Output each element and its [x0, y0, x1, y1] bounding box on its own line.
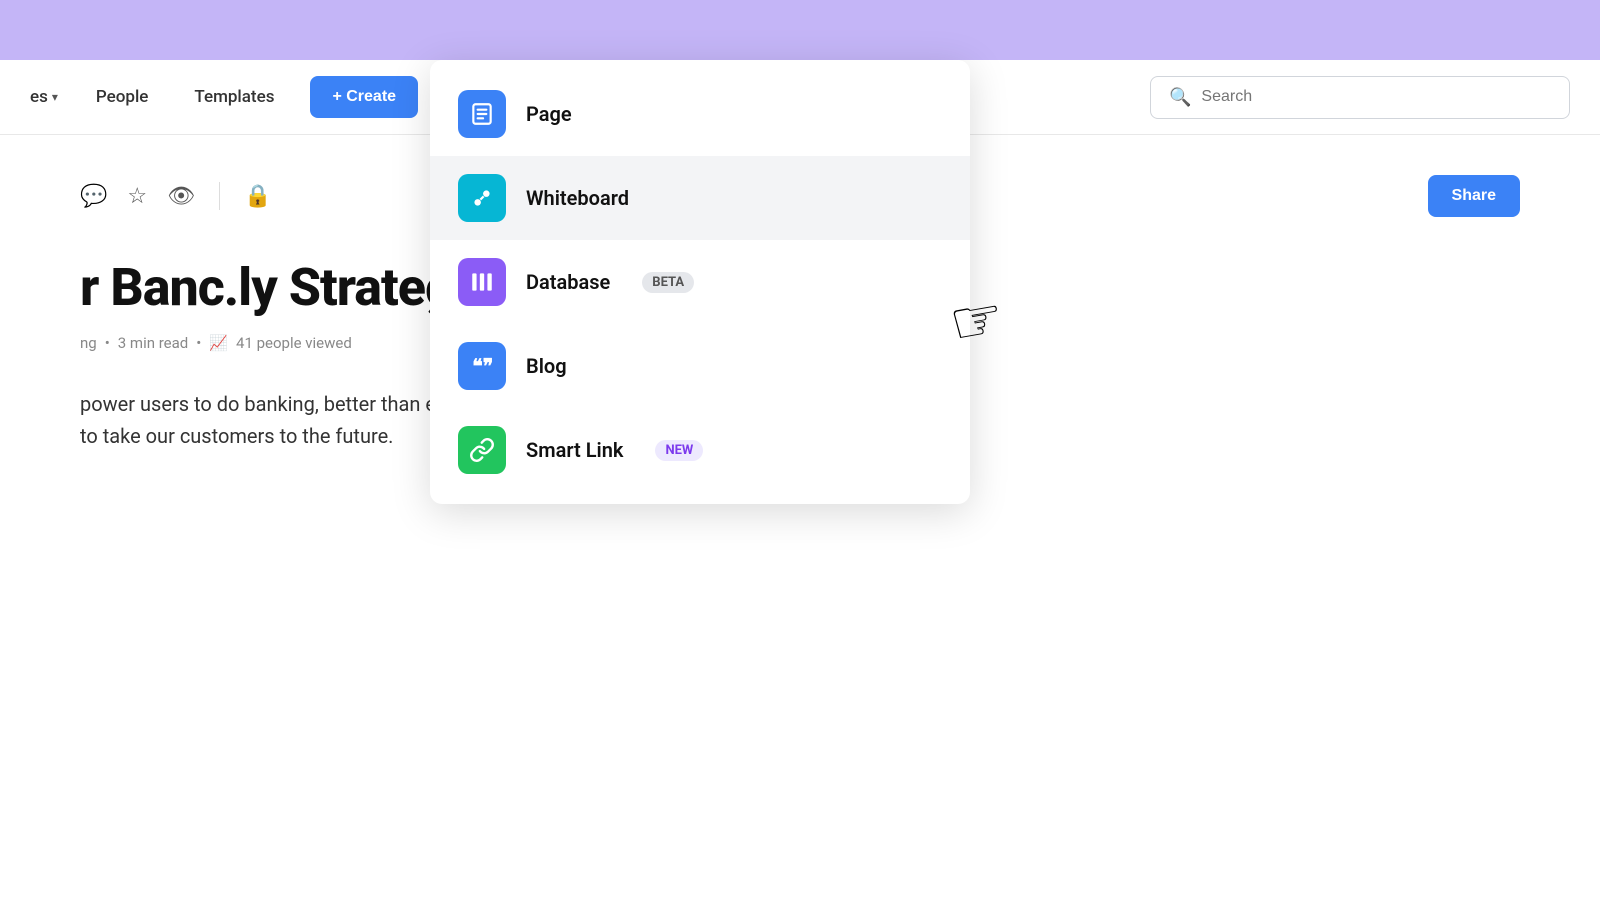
templates-nav-link[interactable]: Templates	[176, 79, 292, 115]
new-badge: NEW	[655, 440, 703, 461]
dropdown-item-database[interactable]: Database BETA	[430, 240, 970, 324]
spaces-label: es	[30, 87, 48, 107]
dropdown-item-whiteboard[interactable]: Whiteboard	[430, 156, 970, 240]
eye-icon[interactable]: 👁	[167, 184, 195, 209]
comment-icon[interactable]: 💬	[80, 184, 107, 209]
create-dropdown: Page Whiteboard Database BETA ❝❞ Blog Sm…	[430, 60, 970, 504]
dropdown-item-page[interactable]: Page	[430, 72, 970, 156]
chevron-down-icon: ▾	[52, 90, 58, 104]
meta-views: 41 people viewed	[236, 334, 352, 352]
meta-author: ng	[80, 334, 97, 352]
database-icon	[458, 258, 506, 306]
whiteboard-label: Whiteboard	[526, 186, 629, 210]
dropdown-item-blog[interactable]: ❝❞ Blog	[430, 324, 970, 408]
meta-read: 3 min read	[118, 334, 188, 352]
whiteboard-icon	[458, 174, 506, 222]
body-line-2: to take our customers to the future.	[80, 424, 393, 448]
spaces-nav[interactable]: es ▾	[30, 87, 58, 107]
people-nav-link[interactable]: People	[78, 79, 167, 115]
create-button[interactable]: + Create	[310, 76, 418, 118]
trend-icon: 📈	[209, 334, 228, 352]
page-label: Page	[526, 102, 572, 126]
star-icon[interactable]: ☆	[127, 184, 147, 209]
blog-icon: ❝❞	[458, 342, 506, 390]
blog-label: Blog	[526, 354, 567, 378]
search-icon: 🔍	[1169, 87, 1191, 108]
share-button[interactable]: Share	[1428, 175, 1520, 217]
svg-text:❝❞: ❝❞	[472, 357, 493, 378]
toolbar-divider	[219, 182, 220, 210]
beta-badge: BETA	[642, 272, 694, 293]
smartlink-icon	[458, 426, 506, 474]
dropdown-item-smartlink[interactable]: Smart Link NEW	[430, 408, 970, 492]
top-banner	[0, 0, 1600, 60]
page-icon	[458, 90, 506, 138]
smartlink-label: Smart Link	[526, 438, 623, 462]
search-box[interactable]: 🔍	[1150, 76, 1570, 119]
lock-icon[interactable]: 🔒	[244, 184, 271, 209]
database-label: Database	[526, 270, 610, 294]
search-input[interactable]	[1201, 88, 1551, 106]
